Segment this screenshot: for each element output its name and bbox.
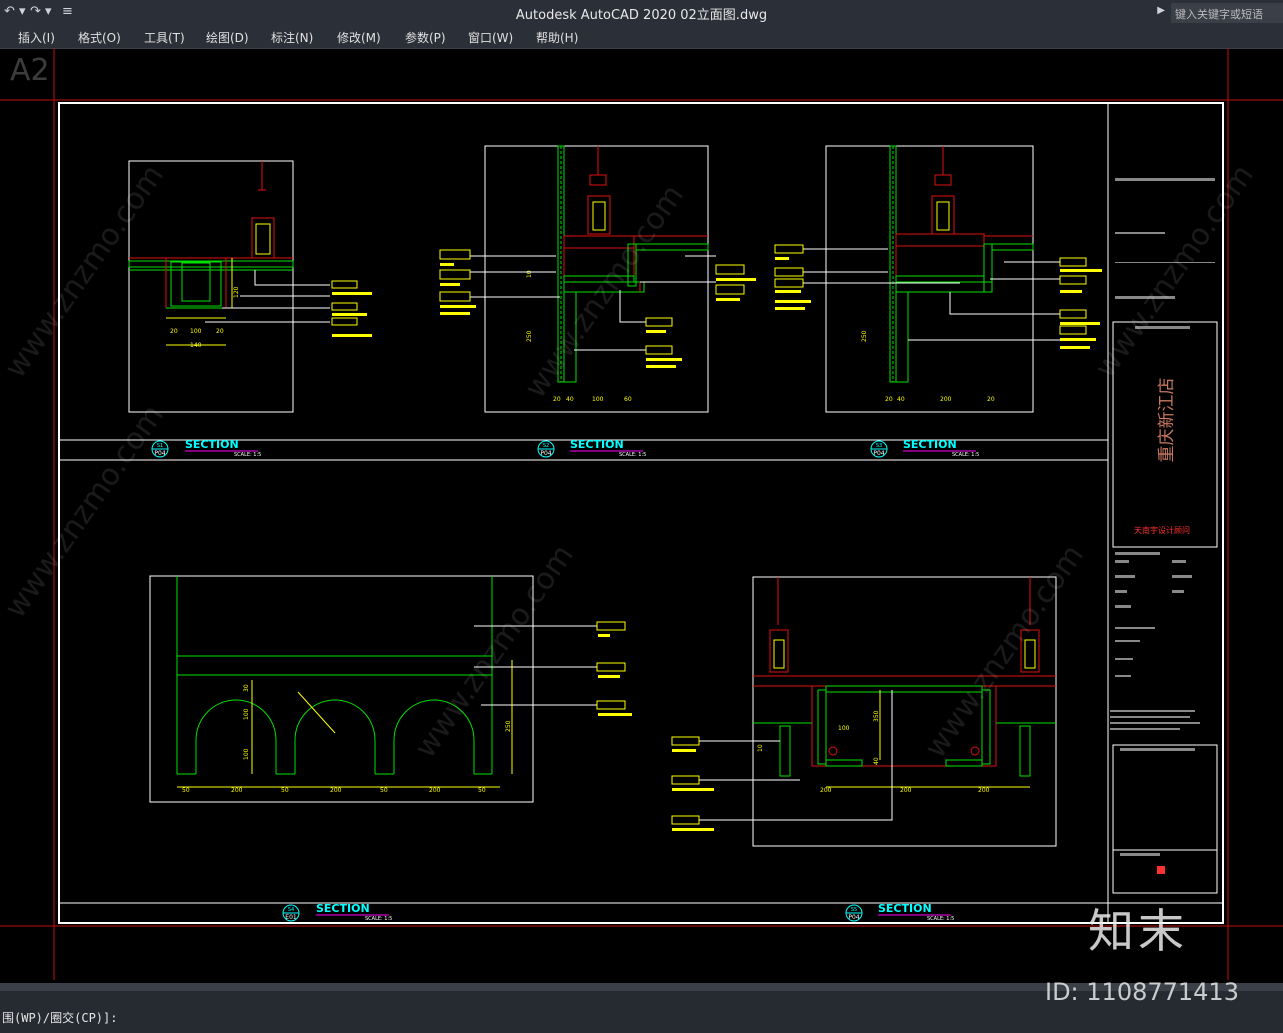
svg-text:100: 100 [838, 725, 850, 732]
svg-text:30: 30 [243, 684, 250, 692]
svg-text:20: 20 [216, 328, 224, 335]
menu-parameters[interactable]: 参数(P) [405, 29, 446, 46]
svg-text:250: 250 [861, 330, 868, 342]
section-label-s3: S3 P04 SECTION SCALE: 1:5 [870, 438, 979, 458]
svg-text:50: 50 [182, 787, 190, 794]
svg-text:S4: S4 [288, 907, 294, 913]
svg-text:www.znzmo.com: www.znzmo.com [1088, 158, 1261, 384]
svg-text:P04: P04 [848, 914, 859, 921]
svg-text:www.znzmo.com: www.znzmo.com [518, 178, 691, 404]
help-search-input[interactable] [1171, 5, 1283, 24]
window-title: Autodesk AutoCAD 2020 02立面图.dwg [515, 8, 768, 23]
svg-text:20: 20 [553, 396, 561, 403]
svg-text:200: 200 [330, 787, 342, 794]
svg-text:200: 200 [231, 787, 243, 794]
svg-text:www.znzmo.com: www.znzmo.com [408, 538, 581, 764]
svg-text:120: 120 [233, 286, 240, 298]
command-line-text[interactable]: 围(WP)/圈交(CP)]: [2, 1009, 117, 1026]
svg-text:200: 200 [978, 787, 990, 794]
section-s3-dims: 20 40 200 20 250 [861, 330, 995, 403]
svg-text:SECTION: SECTION [903, 438, 957, 451]
svg-text:20: 20 [885, 396, 893, 403]
svg-text:40: 40 [897, 396, 905, 403]
project-name: 重庆新江店 [1157, 378, 1177, 463]
title-bar: ↶ ▾ ↷ ▾ ≡ Autodesk AutoCAD 2020 02立面图.dw… [0, 0, 1283, 26]
svg-text:200: 200 [900, 787, 912, 794]
svg-text:S1: S1 [157, 443, 163, 449]
diagonal-watermark: www.znzmo.com www.znzmo.com www.znzmo.co… [0, 158, 1261, 764]
section-s1-leaders [205, 270, 372, 337]
svg-text:250: 250 [505, 720, 512, 732]
outer-red-frame [0, 48, 1283, 980]
svg-text:200: 200 [429, 787, 441, 794]
svg-text:50: 50 [281, 787, 289, 794]
svg-text:P04: P04 [540, 450, 551, 457]
svg-text:SCALE: 1:5: SCALE: 1:5 [619, 452, 646, 458]
section-label-s4: S4 E01 SECTION SCALE: 1:5 [282, 902, 392, 922]
svg-text:10: 10 [757, 744, 764, 752]
menu-insert[interactable]: 插入(I) [18, 29, 55, 46]
section-label-s5: S5 P04 SECTION SCALE: 1:5 [845, 902, 954, 922]
svg-text:40: 40 [873, 757, 880, 765]
svg-text:P04: P04 [873, 450, 884, 457]
svg-text:www.znzmo.com: www.znzmo.com [0, 158, 171, 384]
svg-text:20: 20 [987, 396, 995, 403]
svg-text:SCALE: 1:5: SCALE: 1:5 [952, 452, 979, 458]
sheet-size-label: A2 [10, 53, 50, 88]
svg-text:60: 60 [624, 396, 632, 403]
svg-text:S5: S5 [851, 907, 857, 913]
menu-bar: 插入(I) 格式(O) 工具(T) 绘图(D) 标注(N) 修改(M) 参数(P… [0, 26, 1283, 49]
menu-dimension[interactable]: 标注(N) [271, 29, 313, 46]
section-label-s2: S2 P04 SECTION SCALE: 1:5 [537, 438, 646, 458]
watermark-id: ID: 1108771413 [1045, 978, 1239, 1006]
section-label-s1: S1 P04 SECTION SCALE: 1:5 [151, 438, 261, 458]
svg-text:SECTION: SECTION [316, 902, 370, 915]
svg-text:SCALE: 1:5: SCALE: 1:5 [927, 916, 954, 922]
svg-text:SECTION: SECTION [570, 438, 624, 451]
svg-text:SCALE: 1:5: SCALE: 1:5 [234, 452, 261, 458]
svg-text:200: 200 [820, 787, 832, 794]
svg-text:100: 100 [592, 396, 604, 403]
svg-text:SECTION: SECTION [185, 438, 239, 451]
svg-text:www.znzmo.com: www.znzmo.com [0, 398, 171, 624]
expand-arrow-icon[interactable]: ▶ [1157, 5, 1165, 16]
drawing-canvas[interactable]: A2 重庆新江店 天南宇设计顾问 20 100 20 140 120 20 40… [0, 48, 1283, 983]
svg-text:200: 200 [940, 396, 952, 403]
menu-window[interactable]: 窗口(W) [468, 29, 513, 46]
svg-text:100: 100 [243, 748, 250, 760]
svg-text:50: 50 [380, 787, 388, 794]
watermark-logo: 知末 [1088, 904, 1188, 958]
help-search-box[interactable] [1171, 3, 1283, 24]
section-s3-leaders [774, 244, 1102, 349]
svg-text:E01: E01 [285, 914, 297, 921]
menu-format[interactable]: 格式(O) [78, 29, 121, 46]
svg-text:P04: P04 [154, 450, 165, 457]
svg-text:S2: S2 [543, 443, 549, 449]
menu-modify[interactable]: 修改(M) [337, 29, 381, 46]
svg-text:350: 350 [873, 710, 880, 722]
svg-text:10: 10 [526, 270, 533, 278]
svg-text:140: 140 [190, 342, 202, 349]
menu-tools[interactable]: 工具(T) [144, 29, 185, 46]
svg-text:40: 40 [566, 396, 574, 403]
svg-text:50: 50 [478, 787, 486, 794]
menu-help[interactable]: 帮助(H) [536, 29, 578, 46]
company-name: 天南宇设计顾问 [1134, 525, 1190, 535]
svg-text:250: 250 [526, 330, 533, 342]
svg-text:20: 20 [170, 328, 178, 335]
menu-draw[interactable]: 绘图(D) [206, 29, 249, 46]
svg-text:S3: S3 [876, 443, 882, 449]
svg-text:100: 100 [190, 328, 202, 335]
svg-text:100: 100 [243, 708, 250, 720]
svg-text:www.znzmo.com: www.znzmo.com [918, 538, 1091, 764]
svg-text:SCALE: 1:5: SCALE: 1:5 [365, 916, 392, 922]
svg-text:SECTION: SECTION [878, 902, 932, 915]
